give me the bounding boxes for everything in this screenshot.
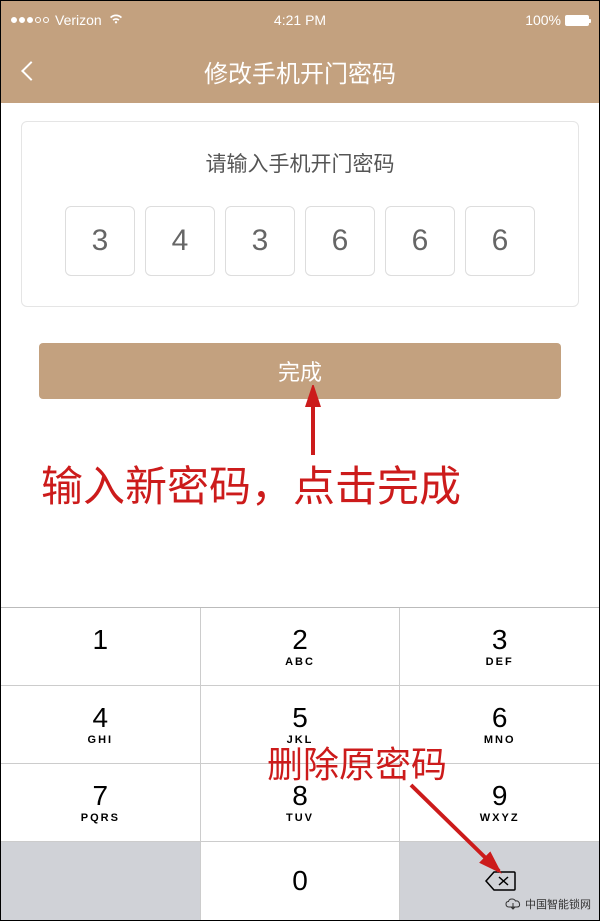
pin-digit[interactable]: 6: [465, 206, 535, 276]
keypad-key-1[interactable]: 1: [1, 608, 201, 686]
wifi-icon: [108, 12, 124, 28]
watermark-icon: [505, 897, 521, 911]
battery-percent: 100%: [525, 12, 561, 28]
watermark: 中国智能锁网: [505, 896, 591, 912]
battery-icon: [565, 15, 589, 26]
prompt-label: 请输入手机开门密码: [48, 148, 552, 178]
status-time: 4:21 PM: [274, 12, 326, 28]
signal-strength-icon: [11, 17, 49, 23]
pin-digit[interactable]: 3: [225, 206, 295, 276]
pin-digit[interactable]: 6: [385, 206, 455, 276]
nav-bar: 修改手机开门密码: [1, 39, 599, 103]
keypad-key-0[interactable]: 0: [201, 842, 401, 920]
status-left: Verizon: [11, 12, 124, 28]
status-right: 100%: [525, 12, 589, 28]
keypad-row: 1 2 ABC 3 DEF: [1, 608, 599, 686]
keypad-key-2[interactable]: 2 ABC: [201, 608, 401, 686]
chevron-left-icon: [21, 61, 41, 81]
watermark-text: 中国智能锁网: [525, 896, 591, 912]
back-button[interactable]: [1, 39, 61, 103]
password-card: 请输入手机开门密码 3 4 3 6 6 6: [21, 121, 579, 307]
page-title: 修改手机开门密码: [204, 54, 396, 89]
pin-input-row: 3 4 3 6 6 6: [48, 206, 552, 276]
keypad-key-3[interactable]: 3 DEF: [400, 608, 599, 686]
status-bar: Verizon 4:21 PM 100%: [1, 1, 599, 39]
backspace-icon: [484, 870, 516, 892]
keypad-key-blank: [1, 842, 201, 920]
pin-digit[interactable]: 6: [305, 206, 375, 276]
keypad-key-4[interactable]: 4 GHI: [1, 686, 201, 764]
pin-digit[interactable]: 3: [65, 206, 135, 276]
keypad-key-7[interactable]: 7 PQRS: [1, 764, 201, 842]
pin-digit[interactable]: 4: [145, 206, 215, 276]
annotation-text: 删除原密码: [267, 736, 447, 788]
done-button[interactable]: 完成: [39, 343, 561, 399]
carrier-label: Verizon: [55, 12, 102, 28]
annotation-text: 输入新密码，点击完成: [41, 453, 461, 514]
